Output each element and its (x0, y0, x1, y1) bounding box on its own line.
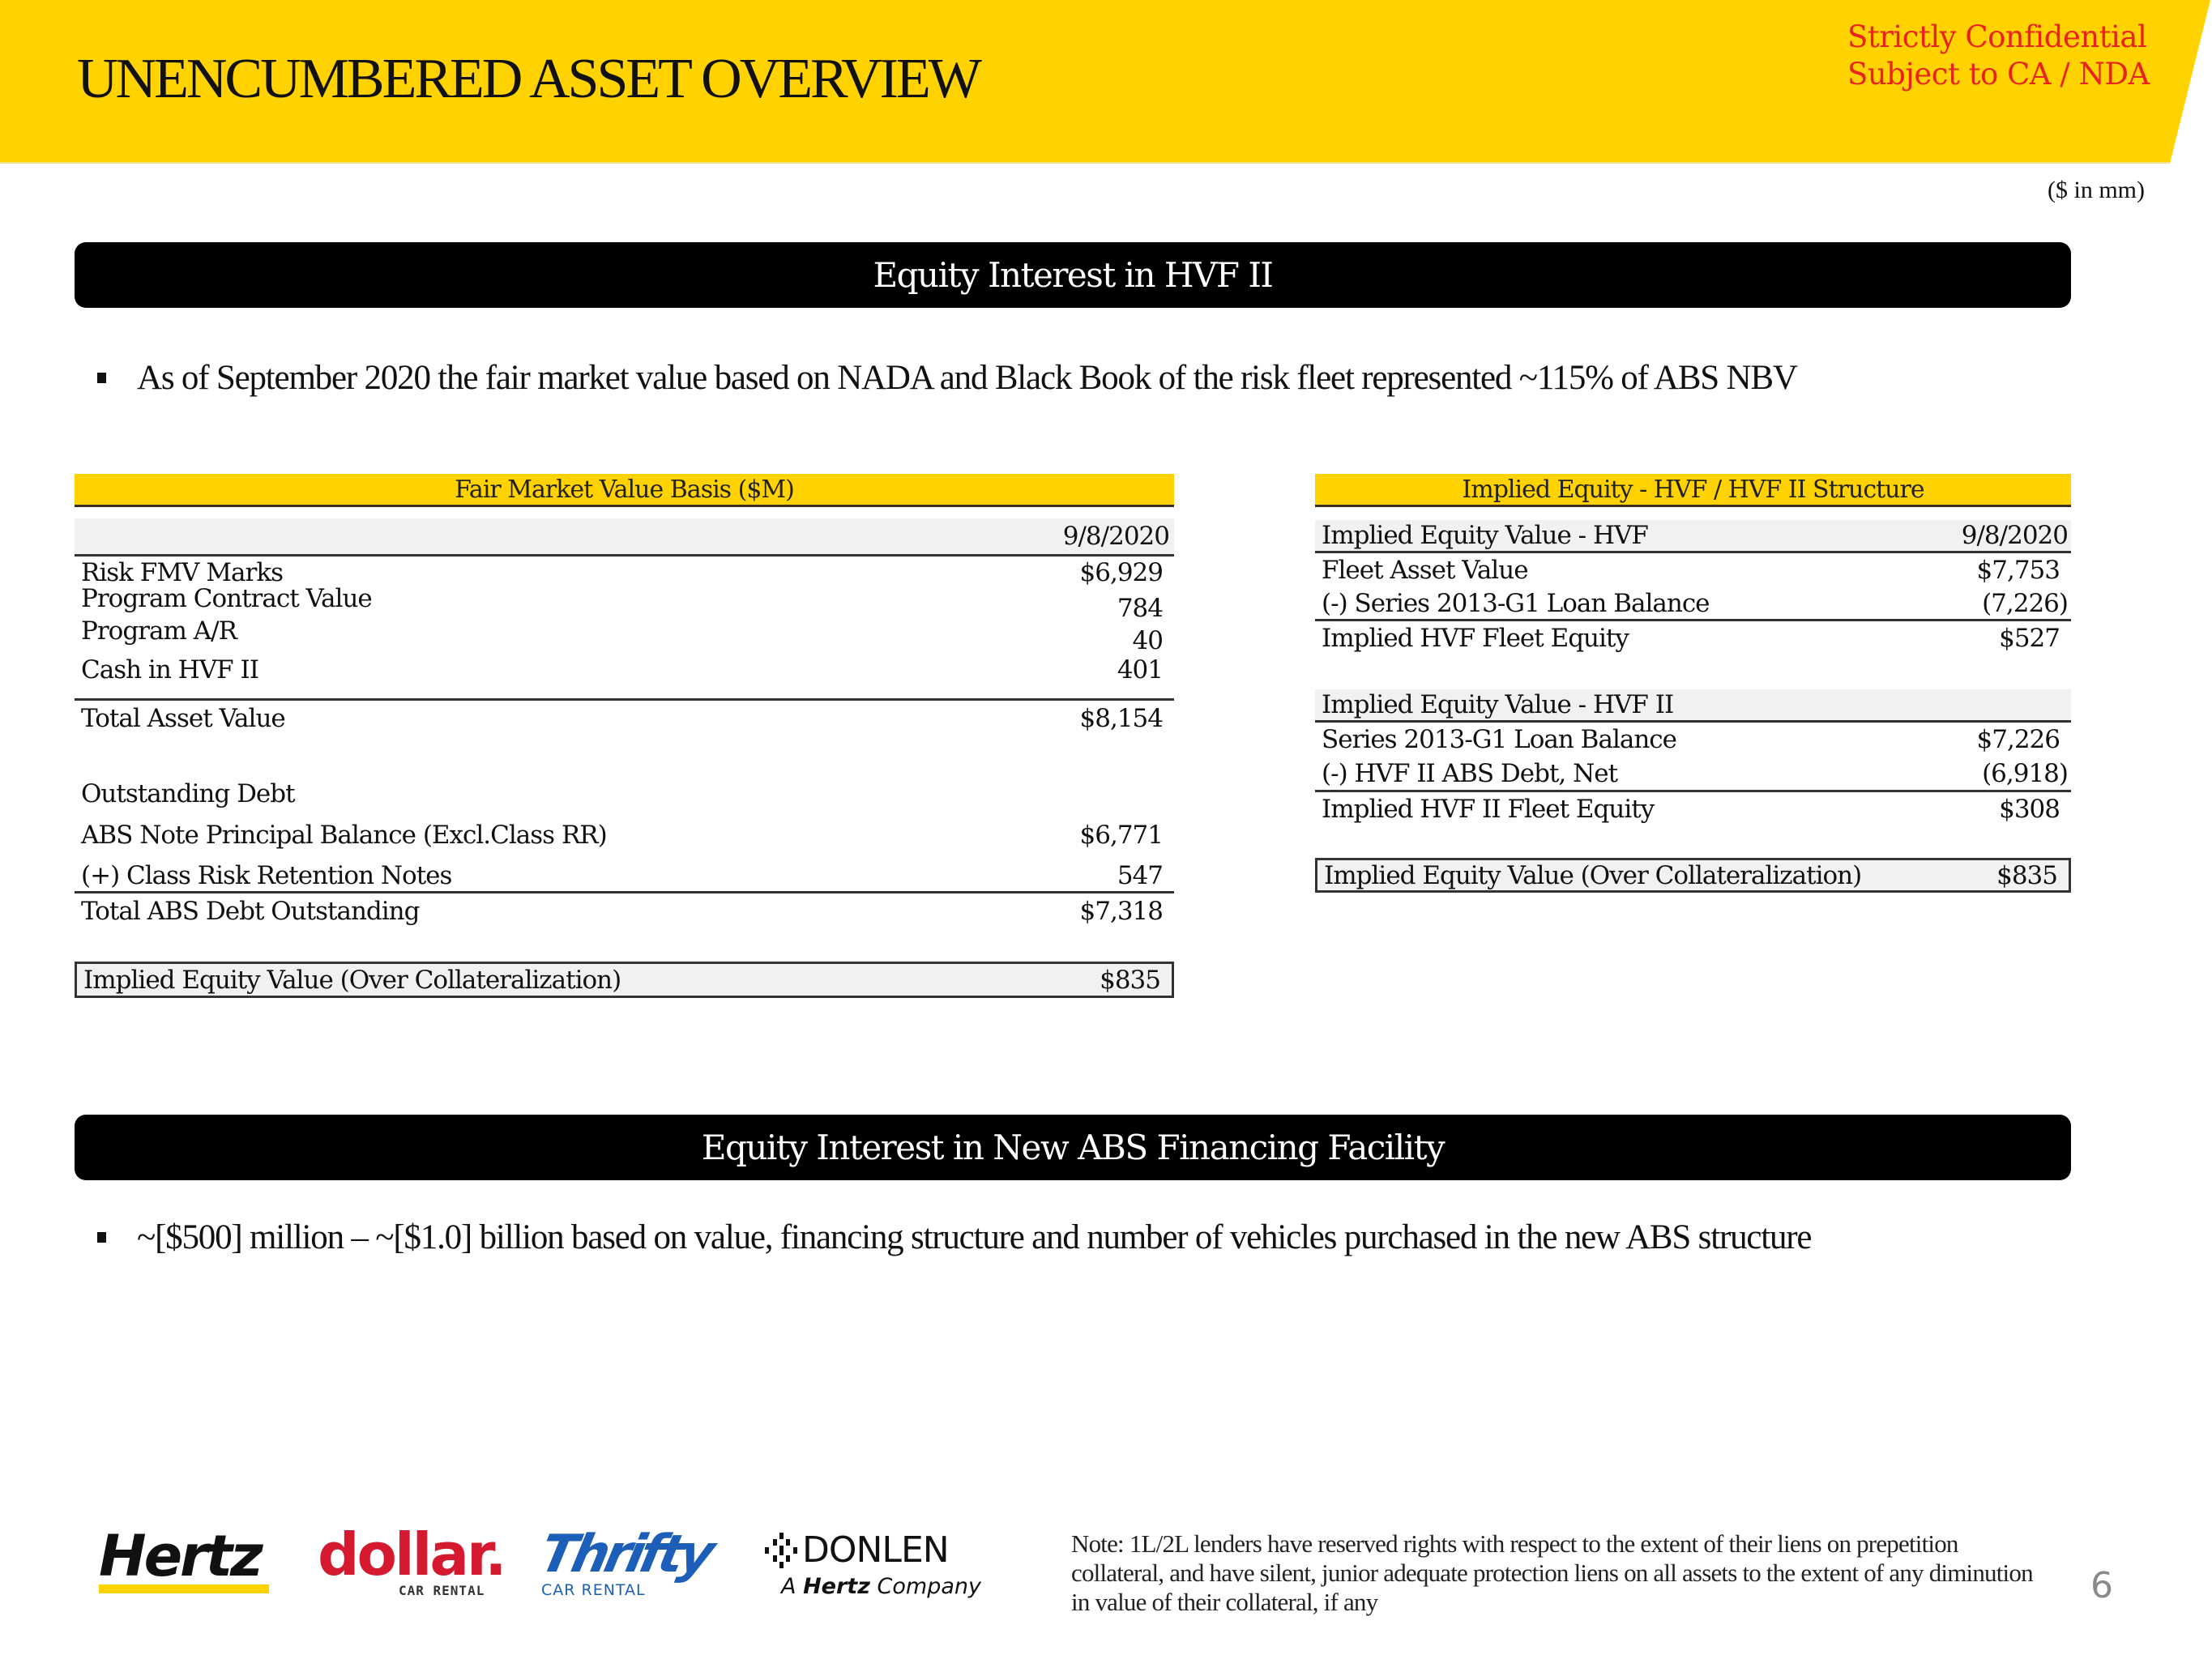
thrifty-logo: Thrifty CAR RENTAL (535, 1525, 728, 1610)
bullet-new-abs: ~[$500] million – ~[$1.0] billion based … (97, 1218, 1813, 1257)
row-label: Implied Equity Value (Over Collateraliza… (1324, 860, 1862, 890)
row-label: Program A/R (81, 616, 237, 646)
row-label: Total ABS Debt Outstanding (81, 897, 420, 926)
footnote: Note: 1L/2L lenders have reserved rights… (1071, 1529, 2034, 1616)
section-title: Equity Interest in HVF II (873, 255, 1274, 295)
dollar-logo: dollar. CAR RENTAL (318, 1520, 507, 1607)
thrifty-wordmark: Thrifty (535, 1525, 716, 1584)
dollar-wordmark: dollar. (318, 1520, 507, 1589)
row-value: $7,753 (1976, 556, 2060, 585)
donlen-tagline-brand: Hertz (803, 1574, 870, 1599)
confidential-label: Strictly Confidential (1847, 19, 2147, 54)
divider (1315, 790, 2071, 792)
table-row: (-) Series 2013-G1 Loan Balance (7,226) (1315, 588, 2071, 619)
table-row: Cash in HVF II 401 (75, 655, 1174, 685)
table-row: (-) HVF II ABS Debt, Net (6,918) (1315, 758, 2071, 789)
hertz-logo: Hertz (99, 1523, 285, 1594)
row-value: 40 (1132, 626, 1164, 655)
total-debt-row: Total ABS Debt Outstanding $7,318 (75, 896, 1174, 927)
divider (1315, 619, 2071, 621)
bullet-square-icon (97, 373, 106, 383)
implied-equity-row: Implied Equity Value (Over Collateraliza… (1315, 858, 2071, 893)
row-label: Outstanding Debt (81, 779, 296, 808)
debt-heading-row: Outstanding Debt (75, 778, 1174, 809)
row-value: $835 (1996, 860, 2058, 890)
section-header-new-abs: Equity Interest in New ABS Financing Fac… (75, 1115, 2071, 1180)
row-label: Implied HVF II Fleet Equity (1322, 795, 1655, 824)
table-row: Program A/R 40 (75, 616, 1174, 655)
units-label: ($ in mm) (2048, 177, 2145, 203)
row-label: Series 2013-G1 Loan Balance (1322, 725, 1677, 754)
row-label: (-) Series 2013-G1 Loan Balance (1322, 589, 1710, 618)
table-row: Series 2013-G1 Loan Balance $7,226 (1315, 724, 2071, 755)
row-value: $6,771 (1079, 821, 1164, 850)
hvf2-total-row: Implied HVF II Fleet Equity $308 (1315, 794, 2071, 825)
fmv-date-header-row: 9/8/2020 (75, 518, 1174, 554)
table-row: ABS Note Principal Balance (Excl.Class R… (75, 820, 1174, 851)
table-row: Fleet Asset Value $7,753 (1315, 555, 2071, 586)
row-label: Program Contract Value (81, 584, 373, 613)
page-title: UNENCUMBERED ASSET OVERVIEW (77, 48, 982, 110)
row-value: 401 (1117, 655, 1164, 684)
divider (1315, 551, 2071, 553)
hvf-table-title: Implied Equity - HVF / HVF II Structure (1315, 474, 2071, 507)
donlen-tagline-b: Company (877, 1574, 981, 1599)
section-title: Equity Interest in New ABS Financing Fac… (701, 1128, 1445, 1167)
hvf-total-row: Implied HVF Fleet Equity $527 (1315, 623, 2071, 654)
implied-equity-row: Implied Equity Value (Over Collateraliza… (75, 962, 1174, 998)
row-value: (7,226) (1982, 589, 2069, 618)
row-value: $308 (1999, 795, 2060, 824)
fmv-table-title-text: Fair Market Value Basis ($M) (455, 475, 795, 504)
donlen-dots-icon (765, 1532, 797, 1568)
row-value: $7,318 (1079, 897, 1164, 926)
row-value: $835 (1100, 965, 1161, 995)
table-row: (+) Class Risk Retention Notes 547 (75, 860, 1174, 891)
divider (1315, 720, 2071, 723)
row-label: Implied Equity Value - HVF (1322, 521, 1649, 550)
hvf-header-row: Implied Equity Value - HVF 9/8/2020 (1315, 520, 2071, 551)
row-label: Cash in HVF II (81, 655, 259, 684)
fmv-table-title: Fair Market Value Basis ($M) (75, 474, 1174, 507)
divider (75, 554, 1174, 557)
row-label: Implied Equity Value - HVF II (1322, 690, 1674, 719)
row-label: Implied HVF Fleet Equity (1322, 624, 1629, 653)
row-label: (-) HVF II ABS Debt, Net (1322, 759, 1618, 788)
donlen-mark: DONLEN (763, 1529, 990, 1571)
row-label: Implied Equity Value (Over Collateraliza… (83, 965, 621, 995)
hvf-structure-table: Implied Equity - HVF / HVF II Structure (1315, 474, 2071, 507)
hvf-table-title-text: Implied Equity - HVF / HVF II Structure (1462, 475, 1924, 504)
divider (75, 698, 1174, 701)
bullet-square-icon (97, 1232, 106, 1243)
date-header: 9/8/2020 (1961, 521, 2069, 550)
row-label: Risk FMV Marks (81, 558, 284, 587)
row-value: (6,918) (1982, 759, 2069, 788)
row-value: 784 (1117, 594, 1164, 623)
donlen-logo: DONLEN A Hertz Company (763, 1529, 990, 1610)
bullet-text: As of September 2020 the fair market val… (137, 359, 1798, 397)
table-row: Program Contract Value 784 (75, 584, 1174, 623)
row-label: (+) Class Risk Retention Notes (81, 861, 452, 890)
bullet-fmv: As of September 2020 the fair market val… (97, 358, 1798, 398)
row-value: $8,154 (1079, 704, 1164, 733)
row-label: ABS Note Principal Balance (Excl.Class R… (81, 821, 608, 850)
donlen-wordmark: DONLEN (802, 1529, 950, 1571)
nda-label: Subject to CA / NDA (1847, 57, 2150, 92)
hvf2-header-row: Implied Equity Value - HVF II (1315, 689, 2071, 720)
date-header: 9/8/2020 (1062, 522, 1170, 551)
row-label: Fleet Asset Value (1322, 556, 1529, 585)
row-value: $527 (1999, 624, 2060, 653)
fmv-table: Fair Market Value Basis ($M) (75, 474, 1174, 507)
section-header-hvf-ii: Equity Interest in HVF II (75, 242, 2071, 308)
divider (75, 891, 1174, 893)
donlen-tagline: A Hertz Company (781, 1574, 990, 1599)
bullet-text: ~[$500] million – ~[$1.0] billion based … (137, 1218, 1813, 1256)
row-value: $6,929 (1079, 558, 1164, 587)
page-number: 6 (2090, 1565, 2113, 1606)
row-label: Total Asset Value (81, 704, 286, 733)
total-asset-row: Total Asset Value $8,154 (75, 703, 1174, 734)
donlen-tagline-a: A (781, 1574, 796, 1599)
row-value: $7,226 (1976, 725, 2060, 754)
row-value: 547 (1117, 861, 1164, 890)
hertz-wordmark: Hertz (99, 1523, 263, 1589)
